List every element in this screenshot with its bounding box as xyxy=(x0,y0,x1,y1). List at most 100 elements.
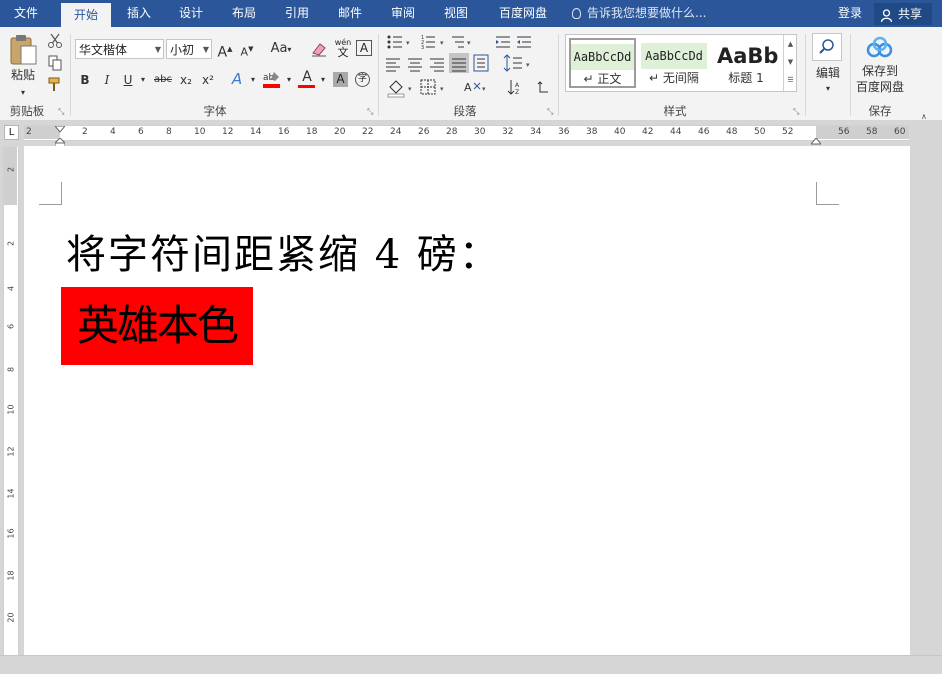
ruler-tick-label: 20 xyxy=(6,612,16,623)
italic-button[interactable]: I xyxy=(99,69,115,91)
ruler-tick-label: 28 xyxy=(446,127,458,137)
tab-home[interactable]: 开始 xyxy=(61,3,111,27)
ruler-tick-label: 16 xyxy=(278,127,290,137)
styles-scroll-down-icon[interactable]: ▼ xyxy=(784,53,797,71)
subscript-button[interactable]: x₂ xyxy=(177,69,195,91)
share-button[interactable]: 共享 xyxy=(874,3,932,25)
ruler-tick-label: 12 xyxy=(222,127,234,137)
clear-formatting-icon[interactable] xyxy=(310,41,328,57)
search-icon[interactable] xyxy=(812,33,842,61)
ruler-tick-label: 6 xyxy=(6,323,16,330)
paste-icon[interactable] xyxy=(8,34,40,68)
ruler-tick-label: 24 xyxy=(390,127,402,137)
right-indent-marker[interactable] xyxy=(809,135,823,145)
clipboard-group-label: 剪贴板 xyxy=(9,104,45,118)
margin-corner-top-left xyxy=(39,182,62,205)
font-launcher-icon[interactable]: ⤡ xyxy=(367,107,373,117)
ruler-tick-label: 38 xyxy=(586,127,598,137)
highlight-color-icon[interactable]: ab xyxy=(262,69,282,89)
ruler-tick-label: 4 xyxy=(110,127,116,137)
ruler-tick-label: 56 xyxy=(838,127,850,137)
collapse-ribbon-icon[interactable]: ∧ xyxy=(921,112,927,121)
change-case-button[interactable]: Aa▾ xyxy=(266,38,296,60)
shrink-font-button[interactable]: A▼ xyxy=(238,38,256,60)
font-color-dropdown-icon[interactable]: ▾ xyxy=(318,69,328,91)
svg-text:A: A xyxy=(464,81,472,94)
tab-layout[interactable]: 布局 xyxy=(222,0,266,27)
tab-review[interactable]: 审阅 xyxy=(381,0,425,27)
font-group-label: 字体 xyxy=(203,104,227,118)
ruler-tick-label: 16 xyxy=(6,528,16,539)
clipboard-launcher-icon[interactable]: ⤡ xyxy=(58,107,64,117)
cut-icon[interactable] xyxy=(47,33,63,49)
font-size-select[interactable]: 小初 ▼ xyxy=(166,39,212,59)
ruler-tick-label: 14 xyxy=(250,127,262,137)
tab-file[interactable]: 文件 xyxy=(0,0,52,27)
grow-font-button[interactable]: A▲ xyxy=(216,38,234,61)
style-normal-name: ↵ 正文 xyxy=(583,72,622,86)
save-group-label: 保存 xyxy=(868,104,892,118)
styles-more-icon[interactable]: ☰ xyxy=(784,71,797,89)
group-divider xyxy=(378,34,379,116)
bold-button[interactable]: B xyxy=(77,69,93,91)
editing-dropdown-icon[interactable]: ▾ xyxy=(823,78,833,100)
tell-me-search[interactable]: 告诉我您想要做什么... xyxy=(572,0,706,27)
style-no-spacing-sample: AaBbCcDd xyxy=(641,43,707,69)
font-family-select[interactable]: 华文楷体 ▼ xyxy=(75,39,164,59)
horizontal-ruler[interactable] xyxy=(24,125,909,141)
ruler-tick-label: 18 xyxy=(306,127,318,137)
tell-me-text: 告诉我您想要做什么... xyxy=(587,6,707,20)
ruler-tick-label: 18 xyxy=(6,570,16,581)
character-border-button[interactable]: A xyxy=(356,40,372,56)
tab-selector[interactable]: L xyxy=(4,125,19,140)
superscript-button[interactable]: x² xyxy=(199,69,217,91)
paste-dropdown-icon[interactable]: ▾ xyxy=(18,82,28,104)
document-text-highlighted[interactable]: 英雄本色 xyxy=(61,287,253,365)
tab-view[interactable]: 视图 xyxy=(434,0,478,27)
svg-text:▾: ▾ xyxy=(526,61,530,69)
tab-design[interactable]: 设计 xyxy=(169,0,213,27)
enclose-character-button[interactable]: 字 xyxy=(355,72,370,87)
character-shading-button[interactable]: A xyxy=(333,72,348,87)
styles-launcher-icon[interactable]: ⤡ xyxy=(793,107,799,117)
style-normal[interactable]: AaBbCcDd ↵ 正文 xyxy=(569,38,636,88)
style-heading1-name: 标题 1 xyxy=(728,71,764,85)
format-painter-icon[interactable] xyxy=(47,76,63,92)
phonetic-guide-button[interactable]: wén 文 xyxy=(333,38,353,60)
ruler-tick-label: 8 xyxy=(166,127,172,137)
paragraph-controls: ▾ 123 ▾ ▾ ▾ ▾ ▾ A ▾ AZ xyxy=(386,33,556,99)
text-effects-dropdown-icon[interactable]: ▾ xyxy=(248,69,258,91)
baidu-cloud-icon[interactable] xyxy=(865,36,895,62)
save-baidu-line1[interactable]: 保存到 xyxy=(854,63,906,79)
ruler-tick-label: 44 xyxy=(670,127,682,137)
chevron-down-icon: ▼ xyxy=(154,45,161,54)
font-color-swatch xyxy=(298,85,315,88)
style-heading1[interactable]: AaBb 标题 1 xyxy=(712,38,780,88)
first-line-indent-marker[interactable] xyxy=(53,123,67,133)
status-bar xyxy=(0,655,942,674)
strikethrough-button[interactable]: abc xyxy=(152,69,174,91)
styles-scroll-up-icon[interactable]: ▲ xyxy=(784,35,797,53)
style-no-spacing-name: ↵ 无间隔 xyxy=(649,71,699,85)
ruler-tick-label: 42 xyxy=(642,127,654,137)
svg-text:▾: ▾ xyxy=(406,39,410,47)
tab-baidu[interactable]: 百度网盘 xyxy=(490,0,556,27)
copy-icon[interactable] xyxy=(47,55,63,71)
text-effects-button[interactable]: A xyxy=(228,68,246,90)
login-link[interactable]: 登录 xyxy=(838,0,862,27)
ruler-tick-label: 58 xyxy=(866,127,878,137)
ruler-tick-label: 32 xyxy=(502,127,514,137)
tab-references[interactable]: 引用 xyxy=(275,0,319,27)
paragraph-launcher-icon[interactable]: ⤡ xyxy=(547,107,553,117)
ruler-tick-label: 6 xyxy=(138,127,144,137)
ruler-tick-label: 20 xyxy=(334,127,346,137)
underline-dropdown-icon[interactable]: ▾ xyxy=(138,69,148,91)
underline-button[interactable]: U xyxy=(120,69,136,91)
ruler-tick-label: 40 xyxy=(614,127,626,137)
document-text-line1[interactable]: 将字符间距紧缩 4 磅： xyxy=(66,222,501,280)
tab-insert[interactable]: 插入 xyxy=(117,0,161,27)
tab-mailings[interactable]: 邮件 xyxy=(328,0,372,27)
save-baidu-line2[interactable]: 百度网盘 xyxy=(852,79,908,95)
highlight-dropdown-icon[interactable]: ▾ xyxy=(284,69,294,91)
style-no-spacing[interactable]: AaBbCcDd ↵ 无间隔 xyxy=(640,38,708,88)
